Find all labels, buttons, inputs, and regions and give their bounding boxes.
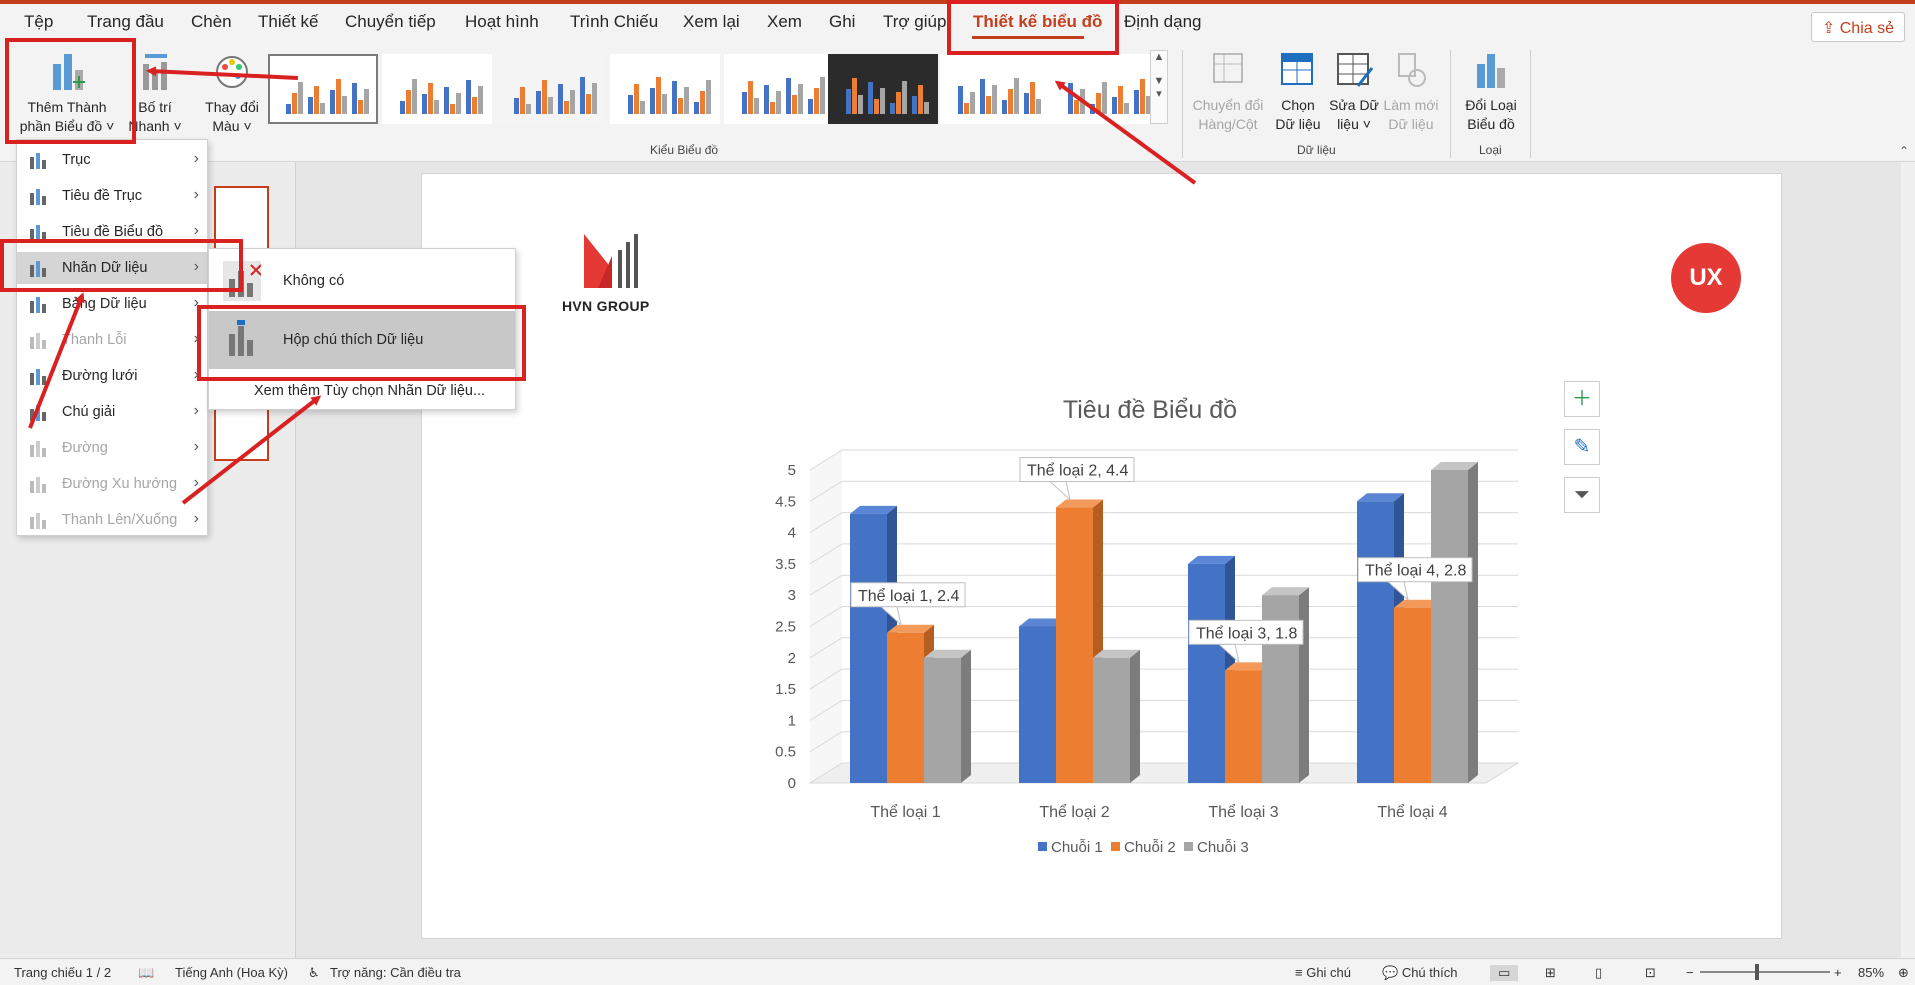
menu-item-gridlines[interactable]: Đường lưới ›: [17, 360, 207, 392]
chevron-right-icon: ›: [193, 222, 199, 239]
chart-styles-button[interactable]: ✎: [1564, 429, 1600, 465]
menu-item-axis-titles[interactable]: Tiêu đề Trục ›: [17, 180, 207, 212]
comments-button[interactable]: 💬 Chú thích: [1382, 965, 1457, 981]
highlight-add-element: [5, 38, 136, 144]
up-down-bars-icon: [29, 511, 47, 529]
chevron-right-icon: ›: [193, 474, 199, 491]
gridlines-icon: [29, 367, 47, 385]
y-tick-label: 0.5: [775, 744, 796, 761]
zoom-in-icon[interactable]: +: [1834, 965, 1842, 980]
data-callout-pointer: [1048, 481, 1071, 501]
data-label: Thể loại 3, 1.8: [1196, 624, 1298, 642]
bar-2-2: [1056, 507, 1093, 783]
spellcheck-icon[interactable]: 📖: [138, 965, 154, 981]
menu-item-axes[interactable]: Trục ›: [17, 144, 207, 176]
axis-titles-icon: [29, 187, 47, 205]
chevron-right-icon: ›: [193, 438, 199, 455]
zoom-slider[interactable]: [1700, 971, 1830, 973]
chart-title: Tiêu đề Biểu đồ: [1063, 396, 1237, 424]
bar-1-2: [1019, 626, 1056, 783]
data-label: Thể loại 1, 2.4: [858, 587, 960, 605]
y-tick-label: 0: [788, 775, 796, 792]
legend-icon: [29, 403, 47, 421]
bar-3-4: [1431, 470, 1468, 783]
legend-swatch: [1038, 842, 1047, 851]
legend-swatch: [1111, 842, 1120, 851]
y-tick-label: 3.5: [775, 556, 796, 573]
accessibility-status[interactable]: Trợ năng: Cần điều tra: [330, 965, 461, 980]
chart-elements-button[interactable]: ＋: [1564, 381, 1600, 417]
highlight-data-labels: [0, 239, 243, 292]
slide-sorter-icon[interactable]: ⊞: [1545, 965, 1556, 981]
bar-2-4: [1394, 607, 1431, 783]
chevron-right-icon: ›: [193, 402, 199, 419]
menu-item-up-down-bars[interactable]: Thanh Lên/Xuống ›: [17, 504, 207, 536]
bar-3-2: [1093, 657, 1130, 783]
data-label: Thể loại 4, 2.8: [1365, 562, 1467, 580]
y-tick-label: 4.5: [775, 493, 796, 510]
menu-item-trendline[interactable]: Đường Xu hướng ›: [17, 468, 207, 500]
bar-2-1: [887, 632, 924, 783]
add-chart-element-menu: Trục › Tiêu đề Trục › Tiêu đề Biểu đồ › Nhãn D…: [16, 139, 208, 536]
zoom-out-icon[interactable]: −: [1686, 965, 1694, 980]
lines-icon: [29, 439, 47, 457]
bar-1-3: [1188, 563, 1225, 783]
y-tick-label: 2: [788, 650, 796, 667]
y-tick-label: 1: [788, 712, 796, 729]
plus-icon: ＋: [1572, 388, 1592, 410]
accessibility-icon: ♿: [308, 965, 320, 980]
y-tick-label: 2.5: [775, 619, 796, 636]
x-tick-label: Thể loại 3: [1208, 803, 1278, 821]
bar-side: [1299, 587, 1309, 783]
bar-side: [961, 649, 971, 783]
slideshow-icon[interactable]: ⊡: [1645, 965, 1656, 981]
bar-side: [1130, 649, 1140, 783]
y-tick-label: 3: [788, 587, 796, 604]
filter-icon: ⏷: [1574, 484, 1590, 506]
brush-icon: ✎: [1573, 436, 1591, 458]
highlight-data-callout: [197, 305, 526, 381]
slide-counter: Trang chiếu 1 / 2: [14, 965, 112, 980]
y-tick-label: 4: [788, 525, 796, 542]
data-labels-none-option[interactable]: Không có: [209, 253, 515, 309]
reading-view-icon[interactable]: ▯: [1595, 965, 1602, 981]
highlight-chart-design-tab: [947, 0, 1119, 55]
fit-to-window-icon[interactable]: ⊕: [1898, 965, 1909, 981]
menu-item-legend[interactable]: Chú giải ›: [17, 396, 207, 428]
data-label: Thể loại 2, 4.4: [1027, 462, 1129, 480]
legend-label: Chuỗi 2: [1124, 839, 1176, 856]
x-tick-label: Thể loại 4: [1377, 803, 1447, 821]
chart[interactable]: Tiêu đề Biểu đồ 0 0.5 1 1.5 2 2.5 3 3.5 4 4.5 5 Thể …: [0, 0, 1915, 985]
chevron-right-icon: ›: [193, 150, 199, 167]
menu-item-data-table[interactable]: Bảng Dữ liệu ›: [17, 288, 207, 320]
x-tick-label: Thể loại 2: [1039, 803, 1109, 821]
chevron-right-icon: ›: [193, 510, 199, 527]
trendline-icon: [29, 475, 47, 493]
bar-1-4: [1357, 501, 1394, 783]
chart-filters-button[interactable]: ⏷: [1564, 477, 1600, 513]
bar-3-1: [924, 657, 961, 783]
bar-side: [1468, 462, 1478, 783]
y-tick-label: 1.5: [775, 681, 796, 698]
chevron-right-icon: ›: [193, 186, 199, 203]
bar-2-3: [1225, 670, 1262, 783]
zoom-slider-thumb[interactable]: [1755, 964, 1759, 980]
x-tick-label: Thể loại 1: [870, 803, 940, 821]
menu-item-error-bars[interactable]: Thanh Lỗi ›: [17, 324, 207, 356]
legend-swatch: [1184, 842, 1193, 851]
legend-label: Chuỗi 1: [1051, 839, 1103, 856]
y-tick-label: 5: [788, 462, 796, 479]
menu-item-lines[interactable]: Đường ›: [17, 432, 207, 464]
status-bar: Trang chiếu 1 / 2 📖 Tiếng Anh (Hoa Kỳ) ♿…: [0, 958, 1915, 985]
zoom-level[interactable]: 85%: [1858, 965, 1884, 980]
bar-1-1: [850, 513, 887, 783]
data-table-icon: [29, 295, 47, 313]
more-data-label-options[interactable]: Xem thêm Tùy chọn Nhãn Dữ liệu...: [209, 379, 515, 403]
normal-view-icon[interactable]: ▭: [1490, 965, 1519, 981]
axes-icon: [29, 151, 47, 169]
legend-label: Chuỗi 3: [1197, 839, 1249, 856]
error-bars-icon: [29, 331, 47, 349]
notes-button[interactable]: ≡ Ghi chú: [1295, 965, 1351, 980]
language-indicator[interactable]: Tiếng Anh (Hoa Kỳ): [175, 965, 288, 980]
